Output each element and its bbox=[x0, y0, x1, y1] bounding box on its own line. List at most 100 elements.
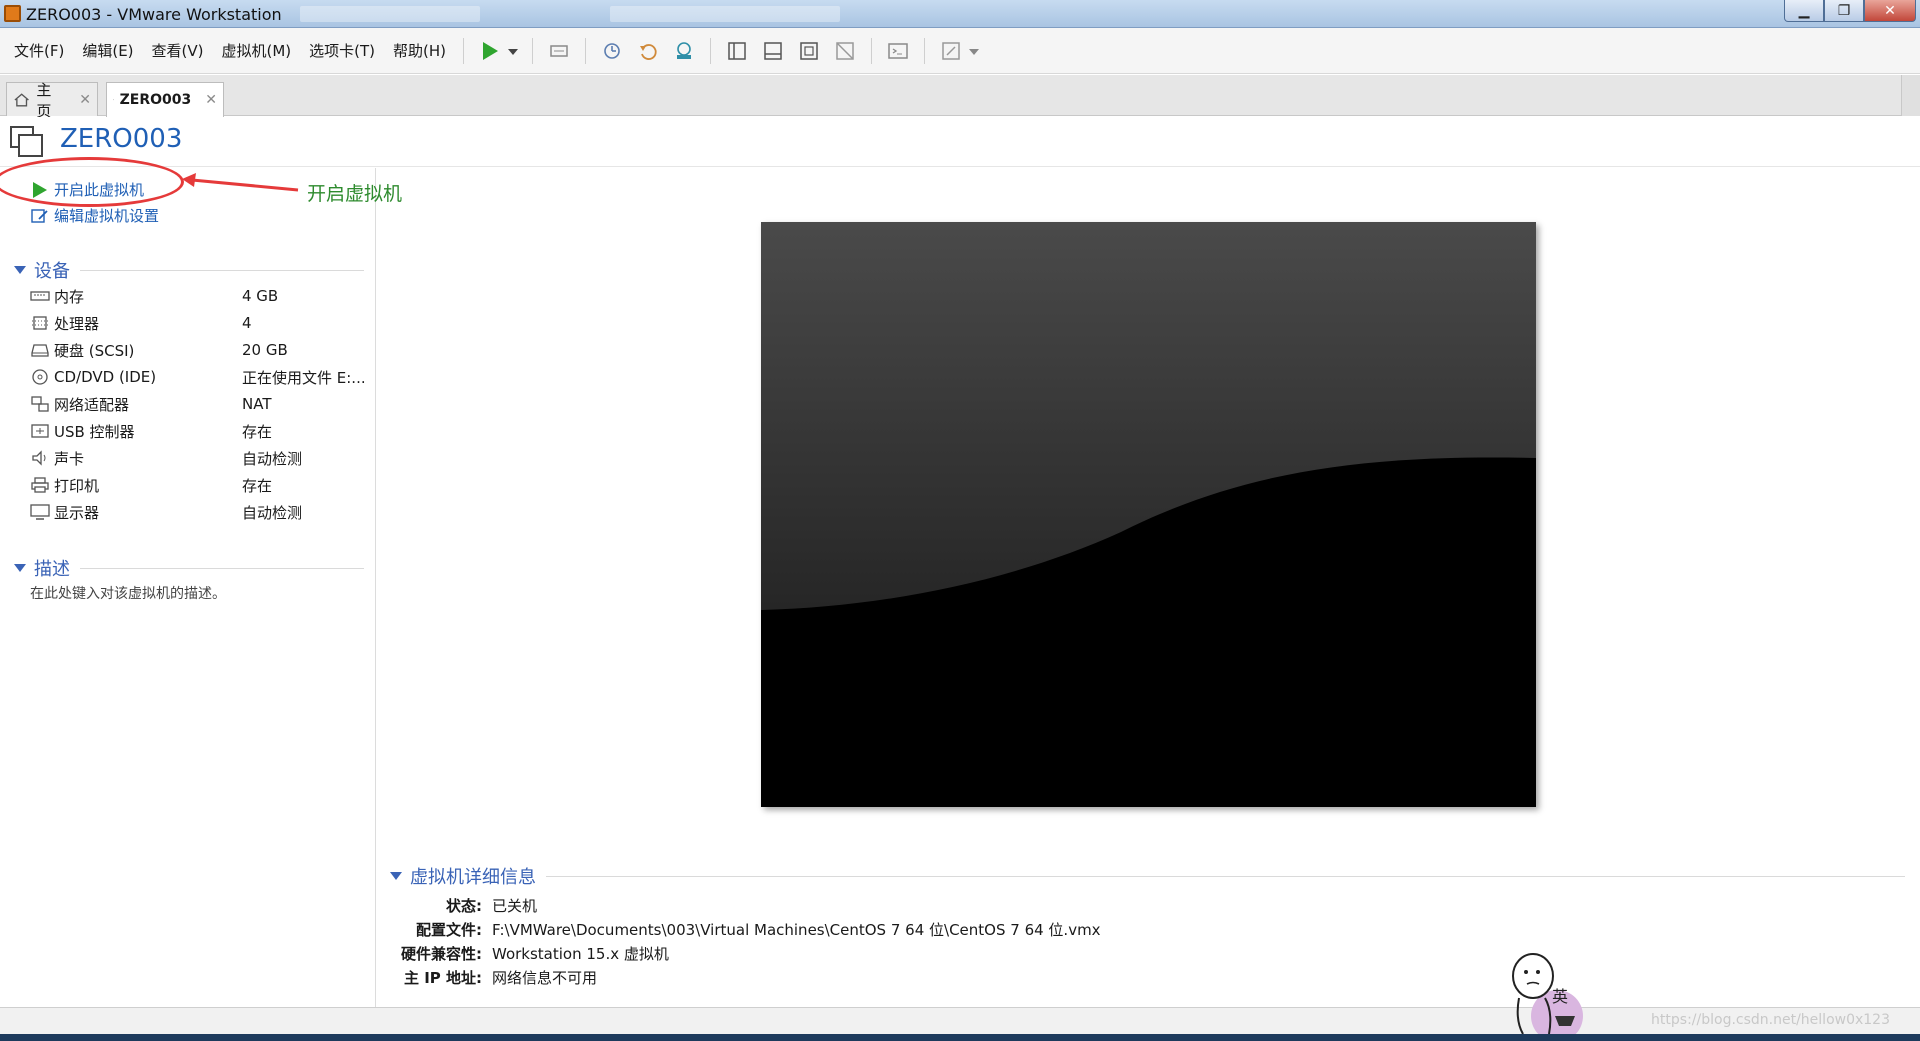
annotation-label: 开启虚拟机 bbox=[307, 183, 403, 205]
vm-screen-preview[interactable] bbox=[761, 222, 1536, 807]
revert-icon bbox=[640, 43, 657, 60]
menu-file[interactable]: 文件(F) bbox=[5, 40, 73, 61]
device-name: 硬盘 (SCSI) bbox=[54, 341, 135, 360]
vm-details-section-header[interactable]: 虚拟机详细信息 bbox=[390, 863, 1905, 889]
printer-icon bbox=[31, 477, 49, 493]
snapshot-button[interactable] bbox=[598, 37, 626, 65]
vm-details-list: 状态: 已关机 配置文件: F:\VMWare\Documents\003\Vi… bbox=[390, 895, 1905, 988]
thumbnail-bar-icon bbox=[764, 41, 782, 60]
device-value: 4 bbox=[242, 314, 252, 332]
edit-vm-settings-link[interactable]: 编辑虚拟机设置 bbox=[30, 205, 159, 226]
section-divider bbox=[546, 875, 1905, 877]
full-screen-icon bbox=[800, 41, 818, 60]
close-button[interactable]: ✕ bbox=[1864, 0, 1916, 22]
snapshot-manager-icon bbox=[677, 41, 692, 59]
cpu-icon bbox=[32, 316, 48, 330]
library-panel-icon bbox=[728, 41, 746, 60]
annotation-arrow bbox=[182, 173, 299, 192]
detail-key: 配置文件: bbox=[416, 921, 482, 939]
menu-help[interactable]: 帮助(H) bbox=[384, 40, 455, 61]
device-row-memory[interactable]: 内存 4 GB bbox=[30, 283, 370, 309]
device-row-harddisk[interactable]: 硬盘 (SCSI) 20 GB bbox=[30, 337, 370, 363]
show-library-button[interactable] bbox=[723, 37, 751, 65]
menu-tabs[interactable]: 选项卡(T) bbox=[300, 40, 384, 61]
console-view-button[interactable] bbox=[884, 37, 912, 65]
cd-icon bbox=[32, 369, 48, 385]
device-value: 自动检测 bbox=[242, 449, 303, 468]
usb-icon bbox=[31, 424, 49, 438]
tab-scroll-button[interactable] bbox=[1901, 75, 1920, 116]
device-row-sound[interactable]: 声卡 自动检测 bbox=[30, 445, 370, 471]
stretch-guest-button[interactable] bbox=[937, 37, 965, 65]
toolbar-separator bbox=[710, 37, 712, 64]
console-icon bbox=[888, 42, 908, 59]
device-row-network[interactable]: 网络适配器 NAT bbox=[30, 391, 370, 417]
devices-section-header[interactable]: 设备 bbox=[14, 257, 364, 283]
ime-mascot-icon[interactable]: 英 bbox=[1505, 950, 1597, 1034]
stretch-dropdown-button[interactable] bbox=[967, 37, 981, 65]
device-value: 4 GB bbox=[242, 287, 279, 305]
minimize-button[interactable]: ▁ bbox=[1784, 0, 1824, 22]
device-value: NAT bbox=[242, 395, 272, 413]
tab-home[interactable]: 主页 ✕ bbox=[6, 81, 98, 120]
power-dropdown-button[interactable] bbox=[506, 37, 520, 65]
background-window-ghost bbox=[300, 6, 480, 22]
tab-vm[interactable]: ZERO003 ✕ bbox=[106, 82, 224, 117]
device-name: 显示器 bbox=[54, 503, 100, 522]
menu-bar: 文件(F) 编辑(E) 查看(V) 虚拟机(M) 选项卡(T) 帮助(H) bbox=[0, 28, 1920, 74]
detail-key: 硬件兼容性: bbox=[401, 945, 482, 963]
menu-vm[interactable]: 虚拟机(M) bbox=[213, 40, 301, 61]
detail-row-ip: 主 IP 地址: 网络信息不可用 bbox=[390, 967, 1905, 988]
menu-view[interactable]: 查看(V) bbox=[143, 40, 213, 61]
title-bar: ZERO003 - VMware Workstation ▁ ❐ ✕ bbox=[0, 0, 1920, 28]
chevron-down-icon bbox=[969, 48, 980, 55]
revert-snapshot-button[interactable] bbox=[634, 37, 662, 65]
annotation-ellipse bbox=[0, 157, 184, 207]
home-icon bbox=[14, 92, 29, 106]
unity-button[interactable] bbox=[831, 37, 859, 65]
network-icon bbox=[31, 396, 49, 412]
speaker-icon bbox=[32, 450, 46, 466]
device-name: 打印机 bbox=[54, 476, 100, 495]
powered-off-screen-graphic bbox=[761, 222, 1536, 807]
watermark: https://blog.csdn.net/hellow0x123 bbox=[1651, 1012, 1890, 1028]
menu-edit[interactable]: 编辑(E) bbox=[73, 40, 142, 61]
edit-vm-settings-label: 编辑虚拟机设置 bbox=[54, 207, 160, 225]
vm-header: ZERO003 bbox=[0, 117, 1920, 167]
device-row-display[interactable]: 显示器 自动检测 bbox=[30, 499, 370, 525]
close-tab-icon[interactable]: ✕ bbox=[205, 92, 217, 108]
close-tab-icon[interactable]: ✕ bbox=[79, 92, 91, 108]
chevron-down-icon bbox=[508, 48, 519, 55]
description-text[interactable]: 在此处键入对该虚拟机的描述。 bbox=[30, 583, 226, 603]
detail-row-hw-compat: 硬件兼容性: Workstation 15.x 虚拟机 bbox=[390, 943, 1905, 964]
device-row-cd-dvd[interactable]: CD/DVD (IDE) 正在使用文件 E:... bbox=[30, 364, 370, 390]
full-screen-button[interactable] bbox=[795, 37, 823, 65]
play-icon bbox=[483, 41, 499, 60]
tab-vm-label: ZERO003 bbox=[119, 92, 192, 108]
power-on-toolbar-button[interactable] bbox=[476, 37, 504, 65]
device-row-printer[interactable]: 打印机 存在 bbox=[30, 472, 370, 498]
device-value: 存在 bbox=[242, 476, 273, 495]
unity-icon bbox=[836, 41, 854, 60]
window-controls: ▁ ❐ ✕ bbox=[1784, 0, 1916, 22]
show-thumbnail-bar-button[interactable] bbox=[759, 37, 787, 65]
harddisk-icon bbox=[31, 344, 49, 357]
snapshot-manager-button[interactable] bbox=[670, 37, 698, 65]
memory-icon bbox=[30, 291, 50, 301]
section-divider bbox=[80, 269, 364, 271]
toolbar-separator bbox=[585, 37, 587, 64]
device-name: 内存 bbox=[54, 287, 85, 306]
ime-mode-char: 英 bbox=[1552, 987, 1568, 1006]
device-value: 存在 bbox=[242, 422, 273, 441]
toolbar-separator bbox=[532, 37, 534, 64]
device-row-cpu[interactable]: 处理器 4 bbox=[30, 310, 370, 336]
description-section-header[interactable]: 描述 bbox=[14, 555, 364, 581]
maximize-button[interactable]: ❐ bbox=[1824, 0, 1864, 22]
device-row-usb[interactable]: USB 控制器 存在 bbox=[30, 418, 370, 444]
keyboard-icon bbox=[550, 44, 568, 57]
device-name: 网络适配器 bbox=[54, 395, 130, 414]
send-ctrl-alt-del-button[interactable] bbox=[545, 37, 573, 65]
detail-key: 状态: bbox=[446, 897, 482, 915]
snapshot-clock-icon bbox=[604, 42, 620, 59]
os-taskbar bbox=[0, 1034, 1920, 1041]
